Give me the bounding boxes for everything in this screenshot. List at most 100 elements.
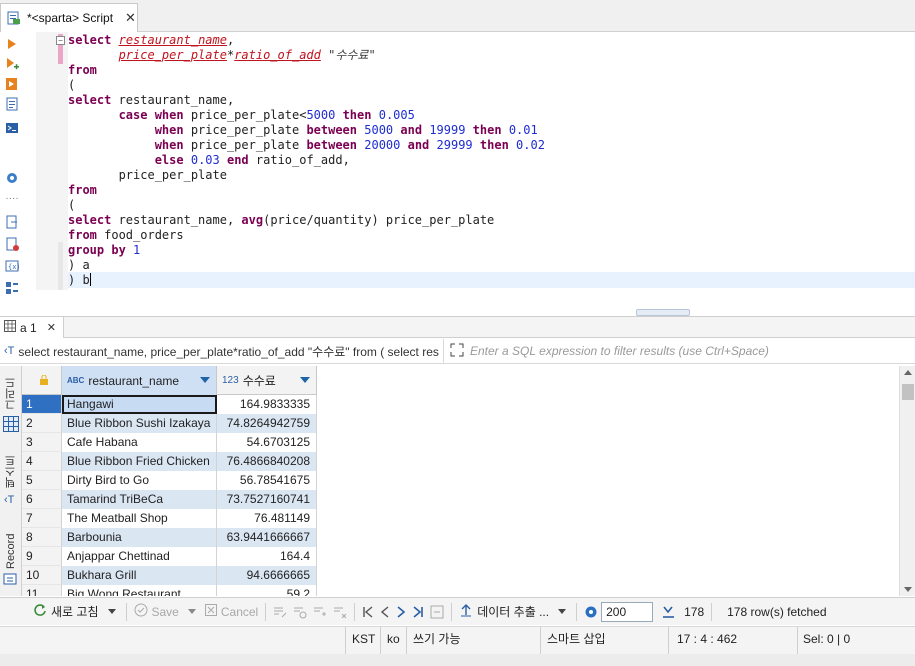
- fetch-next-page-icon[interactable]: [659, 601, 681, 623]
- close-tab-icon[interactable]: ✕: [125, 10, 136, 26]
- row-number-cell[interactable]: 3: [22, 433, 62, 452]
- text-view-icon[interactable]: ‹T: [4, 494, 14, 506]
- fee-cell[interactable]: 76.4866840208: [217, 452, 317, 471]
- restaurant-name-cell[interactable]: Big Wong Restaurant: [62, 585, 217, 596]
- save-button[interactable]: Save: [131, 601, 182, 623]
- code-line[interactable]: select restaurant_name,: [68, 93, 545, 108]
- export-icon[interactable]: [4, 214, 20, 230]
- export-dropdown-icon[interactable]: [558, 609, 567, 614]
- execute-statement-icon[interactable]: [4, 36, 20, 52]
- fee-cell[interactable]: 56.78541675: [217, 471, 317, 490]
- previous-page-icon[interactable]: [377, 601, 393, 623]
- restaurant-name-cell[interactable]: Blue Ribbon Fried Chicken: [62, 452, 217, 471]
- first-page-icon[interactable]: [359, 601, 377, 623]
- table-row[interactable]: 7 The Meatball Shop 76.481149: [22, 509, 317, 528]
- query-text[interactable]: ‹T select restaurant_name, price_per_pla…: [0, 338, 444, 364]
- row-number-cell[interactable]: 4: [22, 452, 62, 471]
- sql-editor[interactable]: − select restaurant_name, price_per_plat…: [24, 32, 915, 320]
- code-line[interactable]: (: [68, 198, 545, 213]
- table-row[interactable]: 2 Blue Ribbon Sushi Izakaya 74.8264942759: [22, 414, 317, 433]
- row-number-cell[interactable]: 8: [22, 528, 62, 547]
- code-line[interactable]: when price_per_plate between 20000 and 2…: [68, 138, 545, 153]
- close-results-tab-icon[interactable]: ✕: [47, 321, 56, 334]
- last-page-icon[interactable]: [409, 601, 427, 623]
- scroll-thumb[interactable]: [902, 384, 914, 400]
- code-line[interactable]: when price_per_plate between 5000 and 19…: [68, 123, 545, 138]
- execute-in-new-tab-icon[interactable]: [4, 56, 20, 72]
- table-row[interactable]: 9 Anjappar Chettinad 164.4: [22, 547, 317, 566]
- restaurant-name-cell[interactable]: Dirty Bird to Go: [62, 471, 217, 490]
- table-row[interactable]: 6 Tamarind TriBeCa 73.7527160741: [22, 490, 317, 509]
- grid-view-tab[interactable]: 그리드: [2, 374, 20, 414]
- filter-input[interactable]: Enter a SQL expression to filter results…: [444, 339, 915, 364]
- cancel-button[interactable]: Cancel: [202, 601, 261, 623]
- fee-cell[interactable]: 63.9441666667: [217, 528, 317, 547]
- row-number-cell[interactable]: 7: [22, 509, 62, 528]
- export-data-button[interactable]: 데이터 추출 ...: [456, 601, 552, 623]
- more-icon[interactable]: ····: [4, 190, 20, 206]
- terminal-icon[interactable]: [4, 120, 20, 136]
- fee-cell[interactable]: 76.481149: [217, 509, 317, 528]
- record-view-icon[interactable]: [3, 572, 19, 589]
- table-row[interactable]: 10 Bukhara Grill 94.6666665: [22, 566, 317, 585]
- fold-toggle-icon[interactable]: −: [56, 36, 65, 45]
- fee-cell[interactable]: 73.7527160741: [217, 490, 317, 509]
- row-number-cell[interactable]: 2: [22, 414, 62, 433]
- restaurant-name-cell[interactable]: Cafe Habana: [62, 433, 217, 452]
- code-line[interactable]: from: [68, 183, 545, 198]
- table-row[interactable]: 4 Blue Ribbon Fried Chicken 76.4866840208: [22, 452, 317, 471]
- grid-vertical-scrollbar[interactable]: [899, 366, 915, 596]
- add-row-icon[interactable]: [290, 601, 310, 623]
- restaurant-name-cell[interactable]: Bukhara Grill: [62, 566, 217, 585]
- restaurant-name-cell[interactable]: Barbounia: [62, 528, 217, 547]
- code-line[interactable]: select restaurant_name, avg(price/quanti…: [68, 213, 545, 228]
- row-number-cell[interactable]: 5: [22, 471, 62, 490]
- code-line[interactable]: ) a: [68, 258, 545, 273]
- column-header-fee[interactable]: 123 수수료: [217, 366, 317, 395]
- table-row[interactable]: 3 Cafe Habana 54.6703125: [22, 433, 317, 452]
- column-header-restaurant-name[interactable]: ABC restaurant_name: [62, 366, 217, 395]
- fee-cell[interactable]: 59.2: [217, 585, 317, 596]
- results-grid[interactable]: ABC restaurant_name 123 수수료 1 Hangawi 164.…: [22, 366, 899, 596]
- delete-row-icon[interactable]: [330, 601, 350, 623]
- script-tab[interactable]: *<sparta> Script ✕: [0, 3, 138, 32]
- record-view-tab[interactable]: Record: [2, 531, 20, 571]
- results-tab[interactable]: a 1 ✕: [0, 317, 64, 338]
- code-line[interactable]: select restaurant_name,: [68, 33, 545, 48]
- code-line[interactable]: from food_orders: [68, 228, 545, 243]
- scroll-down-icon[interactable]: [904, 587, 912, 592]
- restaurant-name-cell[interactable]: Anjappar Chettinad: [62, 547, 217, 566]
- execute-script-icon[interactable]: [4, 76, 20, 92]
- explain-plan-icon[interactable]: [4, 96, 20, 112]
- code-line[interactable]: price_per_plate: [68, 168, 545, 183]
- table-row[interactable]: 11 Big Wong Restaurant 59.2: [22, 585, 317, 596]
- table-row[interactable]: 5 Dirty Bird to Go 56.78541675: [22, 471, 317, 490]
- scroll-up-icon[interactable]: [904, 370, 912, 375]
- code-line[interactable]: group by 1: [68, 243, 545, 258]
- fetch-size-input[interactable]: 200: [601, 601, 654, 622]
- outline-icon[interactable]: [4, 280, 20, 296]
- fee-cell[interactable]: 164.9833335: [217, 395, 317, 414]
- table-row[interactable]: 1 Hangawi 164.9833335: [22, 395, 317, 414]
- fetch-settings-gear-icon[interactable]: [581, 601, 601, 623]
- text-view-tab[interactable]: 텍스트: [2, 450, 20, 494]
- code-line[interactable]: case when price_per_plate<5000 then 0.00…: [68, 108, 545, 123]
- grid-view-icon[interactable]: [3, 416, 19, 435]
- copy-row-icon[interactable]: [310, 601, 330, 623]
- document-error-icon[interactable]: [4, 236, 20, 252]
- code-line[interactable]: (: [68, 78, 545, 93]
- next-page-icon[interactable]: [393, 601, 409, 623]
- restaurant-name-cell[interactable]: The Meatball Shop: [62, 509, 217, 528]
- sort-arrow-icon[interactable]: [300, 377, 310, 383]
- variables-icon[interactable]: {x}: [4, 258, 20, 274]
- restaurant-name-cell[interactable]: Blue Ribbon Sushi Izakaya: [62, 414, 217, 433]
- row-number-cell[interactable]: 11: [22, 585, 62, 596]
- restaurant-name-cell[interactable]: Tamarind TriBeCa: [62, 490, 217, 509]
- row-number-header[interactable]: [22, 366, 62, 395]
- fee-cell[interactable]: 74.8264942759: [217, 414, 317, 433]
- code-line[interactable]: else 0.03 end ratio_of_add,: [68, 153, 545, 168]
- fee-cell[interactable]: 54.6703125: [217, 433, 317, 452]
- fee-cell[interactable]: 94.6666665: [217, 566, 317, 585]
- editor-split-handle[interactable]: [636, 309, 690, 320]
- code-line[interactable]: from: [68, 63, 545, 78]
